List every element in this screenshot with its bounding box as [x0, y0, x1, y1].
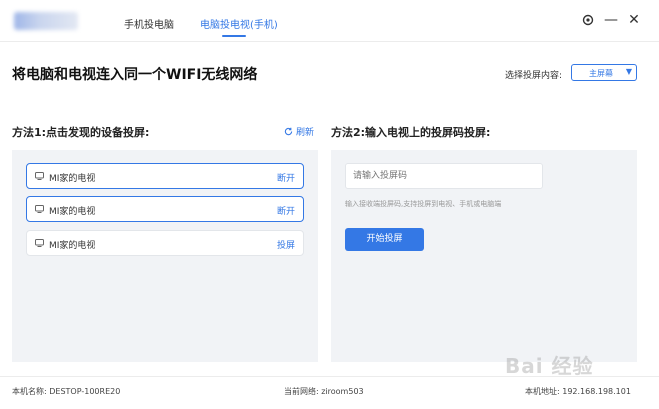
device-name: MI家的电视	[49, 174, 96, 184]
tab-pc-to-tv[interactable]: 电脑投电视(手机)	[200, 16, 278, 31]
device-item[interactable]: MI家的电视 投屏	[26, 230, 304, 256]
device-item[interactable]: MI家的电视 断开	[26, 196, 304, 222]
disconnect-button[interactable]: 断开	[277, 171, 295, 184]
device-name: MI家的电视	[49, 207, 96, 217]
watermark: Bai 经验	[505, 354, 594, 378]
cast-code-hint: 输入接收端投屏码,支持投屏到电视、手机或电脑端	[345, 200, 502, 208]
active-tab-indicator	[222, 35, 246, 37]
tv-icon	[35, 205, 44, 213]
tv-icon	[35, 172, 44, 180]
page-title: 将电脑和电视连入同一个WIFI无线网络	[12, 67, 258, 83]
cast-code-panel: 输入接收端投屏码,支持投屏到电视、手机或电脑端 开始投屏	[331, 150, 637, 362]
refresh-button[interactable]: 刷新	[284, 125, 314, 138]
title-bar: 手机投电脑 电脑投电视(手机) — ✕	[0, 0, 659, 42]
content-select-label: 选择投屏内容:	[505, 71, 563, 81]
device-name: MI家的电视	[49, 241, 96, 251]
device-item[interactable]: MI家的电视 断开	[26, 163, 304, 189]
close-icon[interactable]: ✕	[626, 12, 642, 28]
start-cast-button[interactable]: 开始投屏	[345, 228, 424, 251]
status-bar: 本机名称: DESTOP-100RE20 当前网络: ziroom503 本机地…	[0, 376, 659, 409]
tab-phone-to-pc[interactable]: 手机投电脑	[124, 16, 174, 31]
refresh-label: 刷新	[296, 128, 315, 138]
method2-title: 方法2:输入电视上的投屏码投屏:	[331, 126, 491, 139]
minimize-icon[interactable]: —	[603, 12, 619, 28]
ip-status: 本机地址: 192.168.198.101	[525, 387, 631, 396]
app-logo	[14, 12, 78, 30]
network-status: 当前网络: ziroom503	[284, 387, 364, 396]
device-list-panel: MI家的电视 断开 MI家的电视 断开 MI家的电视 投屏	[12, 150, 318, 362]
tv-icon	[35, 239, 44, 247]
cast-code-input[interactable]	[345, 163, 543, 189]
content-select[interactable]: 主屏幕 ▼	[571, 64, 637, 81]
refresh-icon	[284, 127, 293, 136]
disconnect-button[interactable]: 断开	[277, 204, 295, 217]
chevron-down-icon: ▼	[625, 67, 632, 76]
content-select-value: 主屏幕	[589, 69, 613, 78]
device-name-status: 本机名称: DESTOP-100RE20	[12, 387, 121, 396]
method1-title: 方法1:点击发现的设备投屏:	[12, 126, 150, 139]
cast-button[interactable]: 投屏	[277, 238, 295, 251]
settings-icon[interactable]	[580, 12, 596, 28]
